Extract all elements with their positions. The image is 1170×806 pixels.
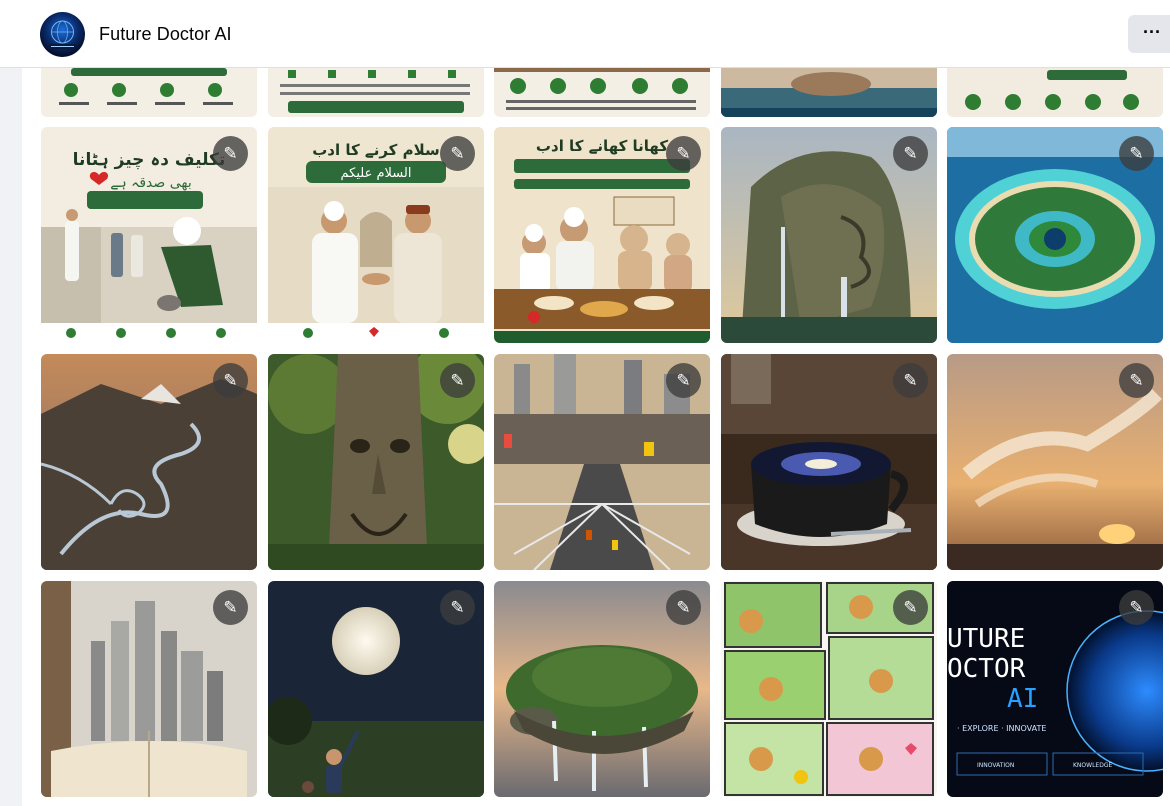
photo-boy-helping-street[interactable]: تکلیف دہ چیز ہٹانا بھی صدقہ ہے ✎ — [41, 127, 257, 343]
pencil-icon: ✎ — [450, 371, 465, 390]
photo-family-dining[interactable]: کھانا کھانے کا ادب ✎ — [494, 127, 710, 343]
poster-line-2: OCTOR — [947, 654, 1026, 684]
photo-greeting-handshake[interactable]: سلام کرنے کا ادب السلام علیکم ✎ — [268, 127, 484, 343]
photo-future-doctor-poster[interactable]: UTURE OCTOR AI · EXPLORE · INNOVATE INNO… — [947, 581, 1163, 797]
edit-photo-button[interactable]: ✎ — [666, 590, 701, 625]
photo-urdu-infographic-1[interactable] — [41, 68, 257, 117]
profile-avatar[interactable] — [40, 12, 85, 57]
photo-cliff-face-waterfall[interactable]: ✎ — [721, 127, 937, 343]
pencil-icon: ✎ — [903, 371, 918, 390]
more-options-button[interactable]: ··· — [1128, 15, 1170, 53]
photo-urdu-infographic-4[interactable] — [947, 68, 1163, 117]
pencil-icon: ✎ — [1129, 598, 1144, 617]
pencil-icon: ✎ — [223, 598, 238, 617]
edit-photo-button[interactable]: ✎ — [1119, 363, 1154, 398]
edit-photo-button[interactable]: ✎ — [666, 136, 701, 171]
pencil-icon: ✎ — [903, 598, 918, 617]
photo-turtle-island[interactable]: ✎ — [494, 581, 710, 797]
photo-city-aerial-crossing[interactable]: ✎ — [494, 354, 710, 570]
photo-urdu-infographic-3[interactable] — [494, 68, 710, 117]
boy-helping-subtitle: بھی صدقہ ہے — [110, 175, 191, 191]
photo-eye-shaped-island[interactable]: ✎ — [947, 127, 1163, 343]
edit-photo-button[interactable]: ✎ — [213, 136, 248, 171]
pencil-icon: ✎ — [903, 144, 918, 163]
photo-waterfall-boat[interactable] — [721, 68, 937, 117]
photo-urdu-infographic-2[interactable] — [268, 68, 484, 117]
globe-logo-icon — [49, 20, 76, 49]
page-title: Future Doctor AI — [99, 24, 232, 44]
edit-photo-button[interactable]: ✎ — [1119, 590, 1154, 625]
photo-galaxy-coffee-cup[interactable]: ✎ — [721, 354, 937, 570]
edit-photo-button[interactable]: ✎ — [1119, 136, 1154, 171]
edit-photo-button[interactable]: ✎ — [440, 136, 475, 171]
pencil-icon: ✎ — [1129, 144, 1144, 163]
edit-photo-button[interactable]: ✎ — [893, 590, 928, 625]
left-gutter — [0, 68, 22, 806]
poster-line-1: UTURE — [947, 624, 1025, 654]
pencil-icon: ✎ — [450, 598, 465, 617]
edit-photo-button[interactable]: ✎ — [213, 363, 248, 398]
edit-photo-button[interactable]: ✎ — [213, 590, 248, 625]
photo-boy-moon[interactable]: ✎ — [268, 581, 484, 797]
pencil-icon: ✎ — [223, 144, 238, 163]
greeting-title: سلام کرنے کا ادب — [312, 141, 440, 159]
boy-helping-title: تکلیف دہ چیز ہٹانا — [73, 150, 226, 170]
poster-line-3: AI — [1007, 684, 1038, 714]
photo-tree-face[interactable]: ✎ — [268, 354, 484, 570]
pencil-icon: ✎ — [1129, 371, 1144, 390]
edit-photo-button[interactable]: ✎ — [666, 363, 701, 398]
poster-tagline: · EXPLORE · INNOVATE — [957, 724, 1046, 733]
dining-title: کھانا کھانے کا ادب — [536, 137, 668, 155]
pencil-icon: ✎ — [676, 144, 691, 163]
pencil-icon: ✎ — [676, 598, 691, 617]
edit-photo-button[interactable]: ✎ — [893, 136, 928, 171]
poster-badge-1: INNOVATION — [977, 762, 1014, 769]
photo-book-city[interactable]: ✎ — [41, 581, 257, 797]
more-options-icon: ··· — [1143, 22, 1161, 42]
page-header: Future Doctor AI ··· — [0, 0, 1170, 68]
edit-photo-button[interactable]: ✎ — [440, 590, 475, 625]
photo-puppy-comic[interactable]: ✎ — [721, 581, 937, 797]
edit-photo-button[interactable]: ✎ — [893, 363, 928, 398]
greeting-subtitle: السلام علیکم — [341, 166, 412, 181]
photo-mountain-river-valley[interactable]: ✎ — [41, 354, 257, 570]
photo-gallery-grid: تکلیف دہ چیز ہٹانا بھی صدقہ ہے ✎ سلام کر… — [22, 68, 1170, 806]
photo-sunset-cloud-dragon[interactable]: ✎ — [947, 354, 1163, 570]
pencil-icon: ✎ — [450, 144, 465, 163]
pencil-icon: ✎ — [676, 371, 691, 390]
pencil-icon: ✎ — [223, 371, 238, 390]
poster-badge-2: KNOWLEDGE — [1073, 762, 1112, 769]
edit-photo-button[interactable]: ✎ — [440, 363, 475, 398]
